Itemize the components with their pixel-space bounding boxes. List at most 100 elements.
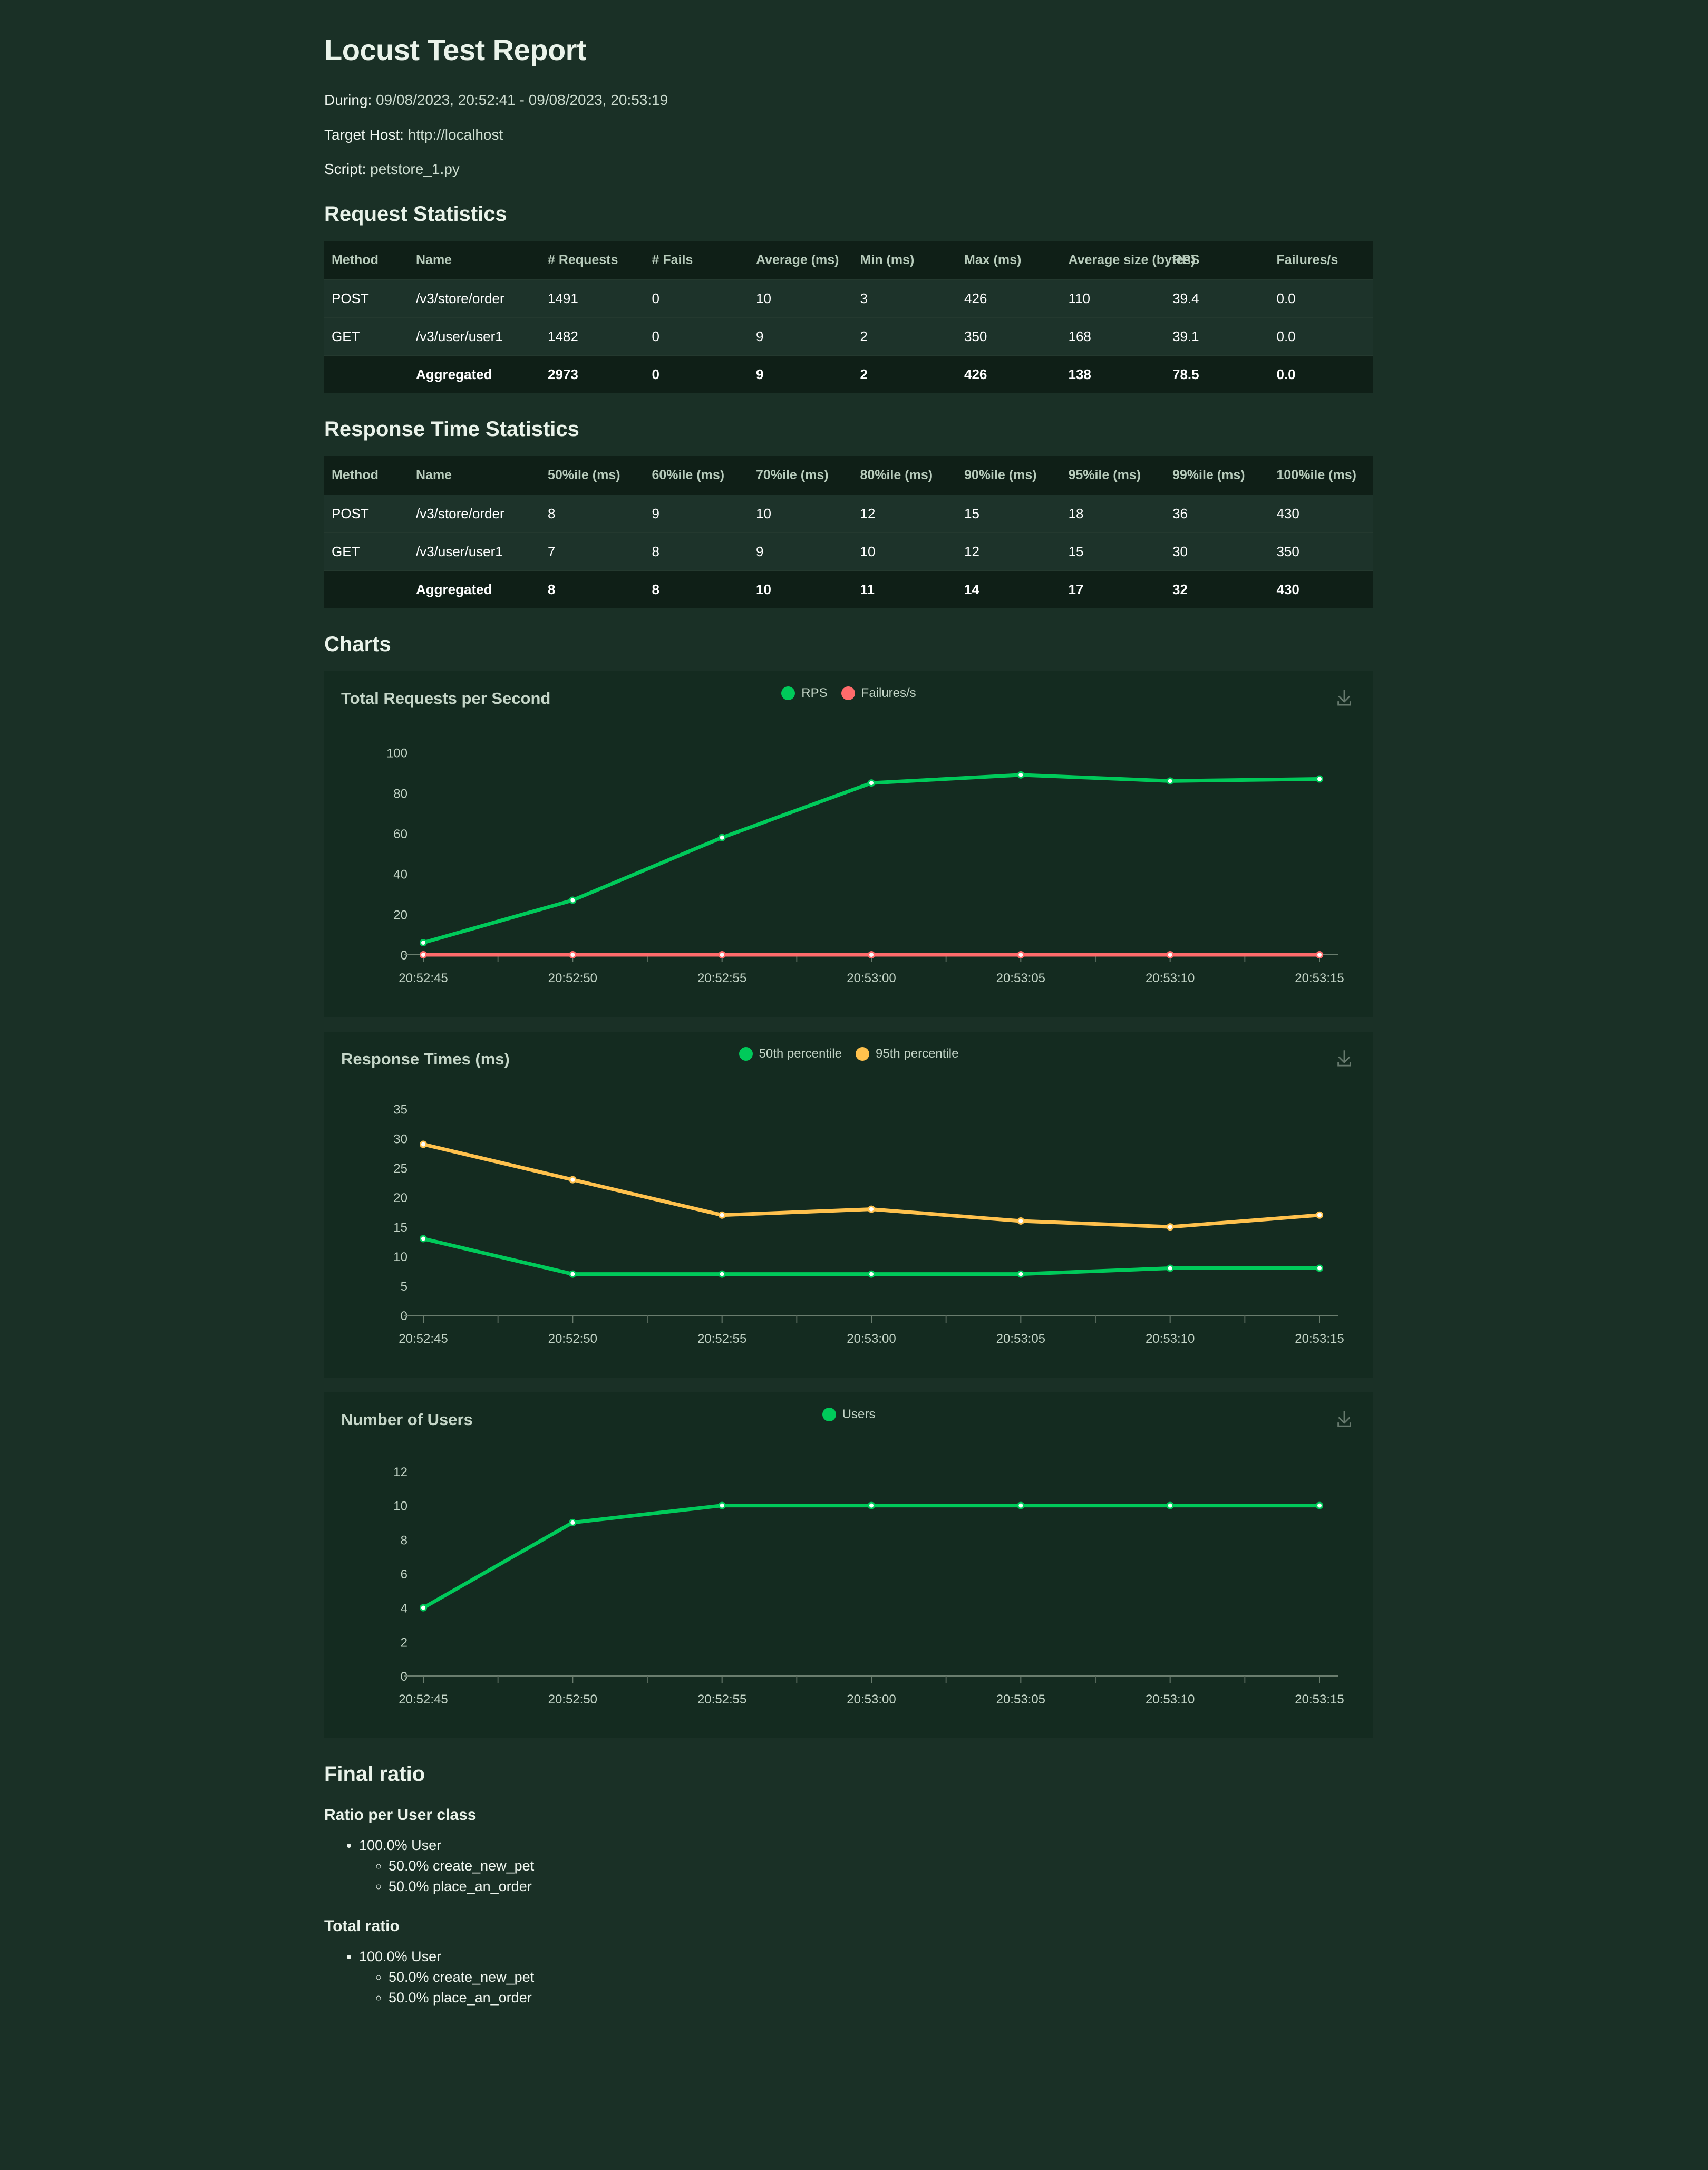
charts-heading: Charts: [324, 632, 391, 656]
chart-panel: Response Times (ms) 50th percentile 95th p…: [324, 1031, 1373, 1378]
during-line: During: 09/08/2023, 20:52:41 - 09/08/202…: [324, 91, 1379, 109]
script-value: petstore_1.py: [370, 161, 460, 178]
chart-data-point: [420, 1604, 427, 1612]
table-row: POST/v3/store/order 1491 0 10 3 426 110 39.4 0.0: [324, 279, 1373, 318]
response-time-statistics-table: Method Name 50%ile (ms) 60%ile (ms) 70%ile (…: [324, 456, 1373, 608]
x-axis-tick-label: 20:53:10: [1146, 1332, 1195, 1346]
x-axis-tick-label: 20:52:55: [697, 1692, 746, 1707]
chart-legend: Users: [324, 1407, 1373, 1422]
target-host-line: Target Host: http://localhost: [324, 126, 1379, 144]
table-header-row: Method Name 50%ile (ms) 60%ile (ms) 70%ile (…: [324, 456, 1373, 495]
y-axis-tick-label: 15: [393, 1220, 407, 1235]
table-cell: 18: [1061, 494, 1165, 533]
legend-label: Failures/s: [861, 685, 916, 700]
download-icon[interactable]: [1333, 1408, 1355, 1430]
table-cell: 8: [644, 532, 749, 571]
x-axis-tick-label: 20:53:10: [1146, 971, 1195, 985]
x-axis-tick-label: 20:52:45: [399, 1332, 448, 1346]
table-cell: /v3/user/user1: [409, 317, 540, 356]
y-axis-tick-label: 12: [393, 1465, 407, 1479]
column-header: 99%ile (ms): [1165, 456, 1269, 495]
chart-data-point: [420, 951, 427, 958]
download-icon[interactable]: [1333, 687, 1355, 709]
table-cell: 430: [1269, 494, 1373, 533]
x-axis-tick-label: 20:53:05: [996, 1692, 1045, 1707]
table-cell: 15: [957, 494, 1061, 533]
list-item: 50.0% place_an_order: [389, 1988, 1379, 2008]
chart-data-point: [1017, 1270, 1025, 1278]
chart-svg: 0 2 4 6 8 10 12 20:52:45 20:52:50 20:52:55 20:53:0…: [393, 1465, 1344, 1707]
column-header: Average (ms): [749, 240, 853, 280]
table-cell: 350: [957, 317, 1061, 356]
chart-header: Response Times (ms) 50th percentile 95th p…: [324, 1032, 1373, 1082]
chart-data-point: [718, 834, 726, 841]
table-cell: 12: [957, 532, 1061, 571]
y-axis-tick-label: 80: [393, 787, 407, 801]
chart-data-point: [420, 1140, 427, 1148]
legend-item[interactable]: RPS: [781, 686, 828, 701]
table-cell: 0.0: [1269, 317, 1373, 356]
chart-header: Total Requests per Second RPS Failures/s: [324, 671, 1373, 722]
chart-data-point: [569, 1518, 577, 1526]
table-cell: 10: [749, 279, 853, 318]
y-axis-tick-label: 0: [401, 1309, 407, 1323]
y-axis-tick-label: 30: [393, 1132, 407, 1146]
target-host-label: Target Host:: [324, 126, 404, 143]
table-cell: 10: [749, 494, 853, 533]
chart-series-line: [421, 1142, 1322, 1229]
table-cell: 9: [749, 355, 853, 393]
column-header: Name: [409, 240, 540, 280]
chart-data-point: [1017, 1217, 1025, 1225]
legend-label: 95th percentile: [876, 1046, 959, 1061]
chart-series-line: [421, 773, 1322, 945]
y-axis-tick-label: 25: [393, 1161, 407, 1176]
legend-item[interactable]: 50th percentile: [739, 1047, 842, 1061]
x-axis-tick-label: 20:53:15: [1295, 1332, 1344, 1346]
column-header: 70%ile (ms): [749, 456, 853, 495]
table-cell: 110: [1061, 279, 1165, 318]
legend-item[interactable]: 95th percentile: [856, 1047, 958, 1061]
chart-data-point: [1017, 1501, 1025, 1509]
table-cell: 168: [1061, 317, 1165, 356]
chart-data-point: [868, 779, 875, 787]
y-axis-tick-label: 8: [401, 1533, 407, 1547]
column-header: Min (ms): [852, 240, 957, 280]
table-cell: /v3/store/order: [409, 494, 540, 533]
x-axis-tick-label: 20:52:45: [399, 1692, 448, 1707]
table-cell: 30: [1165, 532, 1269, 571]
column-header: Method: [324, 240, 409, 280]
chart-data-point: [1166, 1264, 1174, 1272]
table-cell: [324, 355, 409, 393]
table-cell: 8: [540, 570, 645, 608]
chart-panel: Total Requests per Second RPS Failures/s 0 2…: [324, 671, 1373, 1017]
chart-data-point: [420, 938, 427, 946]
table-cell: 9: [749, 532, 853, 571]
report-container: Locust Test Report During: 09/08/2023, 2…: [324, 33, 1379, 2008]
x-axis-tick-label: 20:52:50: [548, 1332, 597, 1346]
chart-data-point: [718, 951, 726, 958]
x-axis-tick-label: 20:53:05: [996, 1332, 1045, 1346]
table-cell: 17: [1061, 570, 1165, 608]
legend-item[interactable]: Failures/s: [841, 686, 916, 701]
table-cell: 9: [644, 494, 749, 533]
table-cell: 11: [852, 570, 957, 608]
ratio-child-label: 50.0% place_an_order: [389, 1878, 532, 1895]
chart-panel: Number of Users Users 0 2 4 6 8 10 12 20:52:45 20:…: [324, 1392, 1373, 1738]
total-ratio-heading: Total ratio: [324, 1917, 400, 1935]
table-header-row: Method Name # Requests # Fails Average (ms) M…: [324, 240, 1373, 280]
legend-item[interactable]: Users: [822, 1407, 875, 1422]
table-cell: 0: [644, 279, 749, 318]
y-axis-tick-label: 20: [393, 1191, 407, 1205]
download-icon[interactable]: [1333, 1048, 1355, 1070]
chart-data-point: [718, 1501, 726, 1509]
during-value: 09/08/2023, 20:52:41 - 09/08/2023, 20:53…: [376, 92, 668, 108]
charts-container: Total Requests per Second RPS Failures/s 0 2…: [324, 671, 1379, 1738]
chart-data-point: [1316, 1264, 1323, 1272]
table-cell: 1482: [540, 317, 645, 356]
chart-data-point: [868, 1205, 875, 1213]
table-cell: 426: [957, 279, 1061, 318]
list-item: 50.0% create_new_pet: [389, 1967, 1379, 1988]
table-cell: 138: [1061, 355, 1165, 393]
x-axis-tick-label: 20:52:55: [697, 1332, 746, 1346]
ratio-per-user-class-list: 100.0% User 50.0% create_new_pet 50.0% p…: [324, 1835, 1379, 1897]
